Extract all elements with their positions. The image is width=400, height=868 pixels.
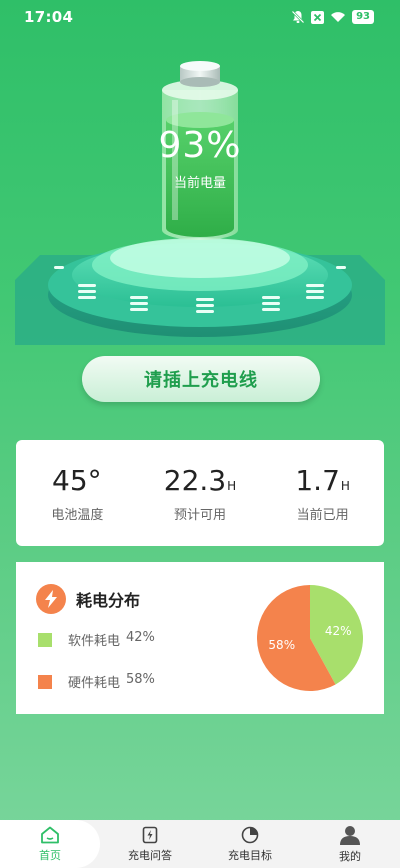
- legend-label: 软件耗电: [68, 634, 121, 649]
- consumption-card: 耗电分布 软件耗电 42% 硬件耗电 58% 42% 58%: [16, 562, 384, 714]
- stat-value: 45°: [52, 463, 102, 497]
- battery-hero: 93% 当前电量: [0, 40, 400, 350]
- stat-unit: H: [227, 478, 237, 493]
- status-time: 17:04: [24, 8, 74, 26]
- stat-estimated: 22.3H 预计可用: [145, 464, 255, 523]
- plug-in-button[interactable]: 请插上充电线: [82, 356, 320, 402]
- stat-value: 1.7: [295, 463, 340, 497]
- nav-charge-target[interactable]: 充电目标: [200, 820, 300, 868]
- nav-label: 首页: [39, 848, 61, 862]
- stat-label: 当前已用: [296, 507, 349, 523]
- battery-indicator: 93: [352, 10, 374, 24]
- stat-used: 1.7H 当前已用: [268, 464, 378, 523]
- pie-label-hardware: 58%: [268, 638, 295, 652]
- nav-label: 充电问答: [128, 848, 172, 862]
- pie-target-icon: [241, 826, 259, 843]
- person-icon: [340, 825, 360, 845]
- stat-value-row: 45°: [22, 464, 132, 498]
- lightning-icon: [36, 584, 66, 614]
- battery-percent-label: 当前电量: [173, 176, 226, 191]
- battery-stats-card: 45° 电池温度 22.3H 预计可用 1.7H 当前已用: [16, 440, 384, 546]
- nav-home[interactable]: 首页: [0, 820, 100, 868]
- nav-label: 我的: [339, 849, 361, 863]
- bottom-nav: 首页 充电问答 充电目标 我的: [0, 820, 400, 868]
- battery-illustration: [15, 61, 385, 345]
- stat-temperature: 45° 电池温度: [22, 464, 132, 523]
- mute-bell-icon: [291, 10, 305, 24]
- consumption-pie-chart: 42% 58%: [256, 584, 364, 692]
- stat-value: 22.3: [163, 463, 227, 497]
- stat-value-row: 1.7H: [268, 464, 378, 498]
- wifi-icon: [331, 12, 346, 22]
- legend-percent: 58%: [126, 672, 155, 687]
- sim-x-icon: [311, 10, 325, 24]
- stat-label: 电池温度: [51, 507, 104, 523]
- consumption-title: 耗电分布: [76, 591, 141, 610]
- status-icons: 93: [291, 10, 374, 24]
- legend-swatch-hardware: [38, 674, 52, 689]
- legend-software: 软件耗电 42%: [38, 630, 155, 649]
- stat-unit: H: [340, 478, 350, 493]
- nav-label: 充电目标: [228, 848, 272, 862]
- stat-label: 预计可用: [173, 507, 226, 523]
- legend-hardware: 硬件耗电 58%: [38, 672, 155, 691]
- charge-doc-icon: [142, 826, 158, 843]
- home-icon: [41, 826, 59, 843]
- stat-value-row: 22.3H: [145, 464, 255, 498]
- status-bar: 17:04 93: [0, 0, 400, 34]
- nav-mine[interactable]: 我的: [300, 820, 400, 868]
- legend-swatch-software: [38, 632, 52, 647]
- legend-percent: 42%: [126, 630, 155, 645]
- battery-percent: 93%: [158, 125, 242, 166]
- nav-charge-qa[interactable]: 充电问答: [100, 820, 200, 868]
- consumption-header: 耗电分布: [36, 584, 140, 614]
- legend-label: 硬件耗电: [68, 676, 121, 691]
- pie-label-software: 42%: [325, 624, 352, 638]
